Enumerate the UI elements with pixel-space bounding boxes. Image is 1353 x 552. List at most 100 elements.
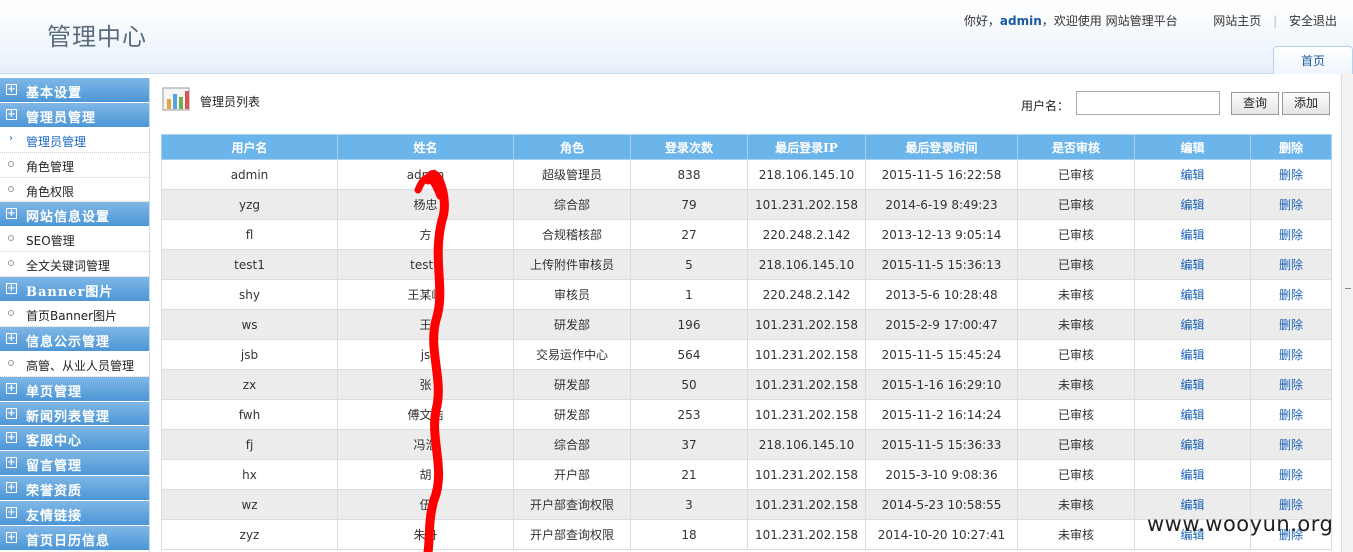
sidebar-item-label: 荣誉资质 (26, 484, 83, 500)
table-cell: 2014-10-20 10:27:41 (865, 519, 1018, 550)
username-search-input[interactable] (1076, 91, 1220, 115)
sidebar-item-label: Banner图片 (26, 285, 114, 301)
table-header-row: 用户名 姓名 角色 登录次数 最后登录IP 最后登录时间 是否审核 编辑 删除 (161, 134, 1332, 160)
sidebar-section[interactable]: + 留言管理 (0, 451, 149, 477)
sidebar-item-label: 单页管理 (26, 384, 83, 400)
edit-link[interactable]: 编辑 (1134, 249, 1251, 280)
edit-link[interactable]: 编辑 (1134, 279, 1251, 310)
edit-link[interactable]: 编辑 (1134, 429, 1251, 460)
sidebar-section[interactable]: + 信息公示管理 (0, 326, 149, 352)
chevron-right-icon: › (9, 132, 13, 144)
greeting-suffix: ，欢迎使用 网站管理平台 (1041, 14, 1178, 28)
sidebar-item[interactable]: 角色管理 (0, 152, 149, 178)
edit-link[interactable]: 编辑 (1134, 159, 1251, 190)
table-cell: 已审核 (1017, 249, 1135, 280)
sidebar-item[interactable]: 首页Banner图片 (0, 302, 149, 327)
top-links: 你好，admin，欢迎使用 网站管理平台 网站主页 | 安全退出 (964, 12, 1337, 29)
delete-link[interactable]: 删除 (1250, 219, 1332, 250)
expand-icon: + (6, 283, 17, 295)
tab-home[interactable]: 首页 (1273, 46, 1353, 74)
delete-link[interactable]: 删除 (1250, 459, 1332, 490)
delete-link[interactable]: 删除 (1250, 339, 1332, 370)
delete-link[interactable]: 删除 (1250, 399, 1332, 430)
table-cell: 2015-3-10 9:08:36 (865, 459, 1018, 490)
sidebar-item[interactable]: 高管、从业人员管理 (0, 351, 149, 377)
site-home-link[interactable]: 网站主页 (1213, 14, 1261, 28)
delete-link[interactable]: 删除 (1250, 369, 1332, 400)
sidebar-section[interactable]: + 友情链接 (0, 501, 149, 527)
edit-link[interactable]: 编辑 (1134, 369, 1251, 400)
edit-link[interactable]: 编辑 (1134, 219, 1251, 250)
table-cell: 傅文浩 (337, 399, 514, 430)
main-content: 管理员列表 用户名： 查询 添加 用户名 姓名 角色 登录次数 最后登录IP 最后登录时间… (151, 74, 1341, 552)
sidebar-section[interactable]: + 网站信息设置 (0, 202, 149, 228)
add-button[interactable]: 添加 (1282, 92, 1330, 115)
sidebar-item-label: 管理员管理 (26, 110, 97, 126)
column-header: 是否审核 (1017, 134, 1135, 160)
expand-icon: + (6, 332, 17, 344)
edit-link[interactable]: 编辑 (1134, 459, 1251, 490)
divider: | (1273, 14, 1278, 28)
edit-link[interactable]: 编辑 (1134, 399, 1251, 430)
sidebar-section[interactable]: + Banner图片 (0, 277, 149, 303)
sidebar-item-label: 首页日历信息 (26, 534, 111, 550)
delete-link[interactable]: 删除 (1250, 189, 1332, 220)
table-cell: 胡 (337, 459, 514, 490)
table-cell: 伍 (337, 489, 514, 520)
delete-link[interactable]: 删除 (1250, 249, 1332, 280)
expand-icon: + (6, 84, 17, 95)
edit-link[interactable]: 编辑 (1134, 189, 1251, 220)
delete-link[interactable]: 删除 (1250, 309, 1332, 340)
delete-link[interactable]: 删除 (1250, 429, 1332, 460)
table-cell: 218.106.145.10 (747, 159, 866, 190)
sidebar-item-label: SEO管理 (26, 234, 75, 249)
column-header: 最后登录时间 (865, 134, 1018, 160)
table-cell: 101.231.202.158 (747, 369, 866, 400)
header: 管理中心 你好，admin，欢迎使用 网站管理平台 网站主页 | 安全退出 首页 (0, 0, 1353, 74)
sidebar-section[interactable]: + 基本设置 (0, 78, 149, 103)
sidebar: + 基本设置 + 管理员管理 › 管理员管理 角色管理 角色权限 + 网站信息设置 SEO管理 全文关… (0, 78, 150, 552)
circle-bullet-icon (8, 160, 14, 167)
table-cell: 2015-11-5 15:36:13 (865, 249, 1018, 280)
table-cell: 杨忠 (337, 189, 514, 220)
sidebar-section[interactable]: + 首页日历信息 (0, 526, 149, 551)
expand-icon: + (6, 407, 17, 419)
table-cell: 220.248.2.142 (747, 219, 866, 250)
table-row: yzg 杨忠 综合部 79 101.231.202.158 2014-6-19 8:49:… (161, 189, 1332, 220)
table-cell: 方 (337, 219, 514, 250)
table-cell: 218.106.145.10 (747, 429, 866, 460)
sidebar-item[interactable]: › 管理员管理 (0, 127, 149, 153)
logout-link[interactable]: 安全退出 (1289, 14, 1337, 28)
query-button[interactable]: 查询 (1231, 92, 1279, 115)
sidebar-item[interactable]: 全文关键词管理 (0, 252, 149, 278)
sidebar-section[interactable]: + 新闻列表管理 (0, 401, 149, 427)
sidebar-section[interactable]: + 客服中心 (0, 426, 149, 452)
sidebar-item-label: 全文关键词管理 (26, 259, 111, 274)
edit-link[interactable]: 编辑 (1134, 309, 1251, 340)
table-cell: 2015-2-9 17:00:47 (865, 309, 1018, 340)
sidebar-section[interactable]: + 荣誉资质 (0, 476, 149, 502)
sidebar-item-label: 首页Banner图片 (26, 309, 118, 324)
edit-link[interactable]: 编辑 (1134, 339, 1251, 370)
table-cell: 564 (630, 339, 748, 370)
table-cell: jsb (161, 339, 338, 370)
delete-link[interactable]: 删除 (1250, 279, 1332, 310)
sidebar-item[interactable]: SEO管理 (0, 227, 149, 253)
sidebar-section[interactable]: + 管理员管理 (0, 102, 149, 128)
vertical-scrollbar[interactable] (1341, 74, 1353, 552)
sidebar-item-label: 新闻列表管理 (26, 409, 111, 425)
greeting-prefix: 你好， (963, 14, 1000, 28)
divider (1189, 14, 1201, 28)
expand-icon: + (6, 457, 17, 469)
table-cell: 开户部查询权限 (513, 489, 631, 520)
sidebar-item-label: 客服中心 (26, 434, 83, 450)
delete-link[interactable]: 删除 (1250, 159, 1332, 190)
sidebar-item[interactable]: 角色权限 (0, 177, 149, 203)
table-cell: 18 (630, 519, 748, 550)
sidebar-section[interactable]: + 单页管理 (0, 376, 149, 402)
table-cell: 27 (630, 219, 748, 250)
watermark: www.wooyun.org (1147, 512, 1334, 536)
column-header: 最后登录IP (747, 134, 866, 160)
table-cell: 已审核 (1017, 459, 1135, 490)
table-cell: 5 (630, 249, 748, 280)
